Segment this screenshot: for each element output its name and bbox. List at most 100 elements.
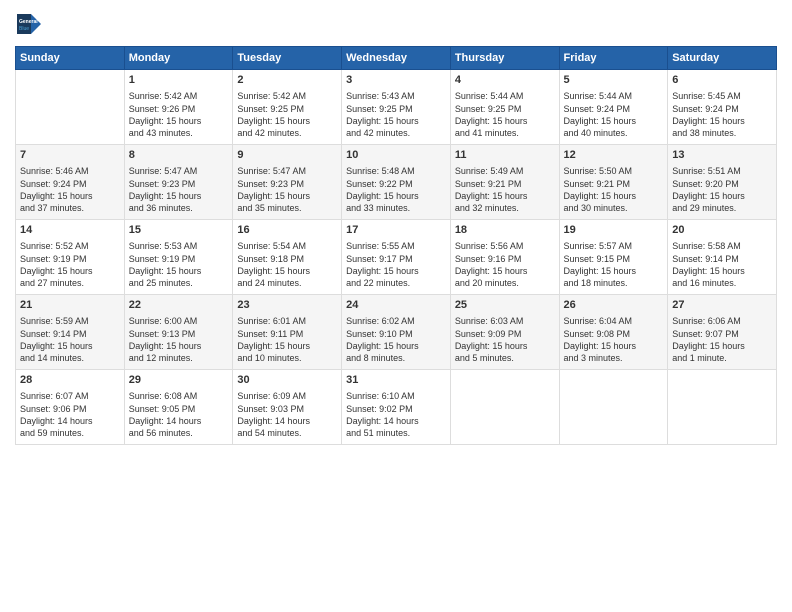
day-info: Sunrise: 6:03 AM Sunset: 9:09 PM Dayligh… (455, 315, 555, 364)
day-number: 6 (672, 73, 772, 88)
day-info: Sunrise: 5:54 AM Sunset: 9:18 PM Dayligh… (237, 240, 337, 289)
week-row-1: 1 Sunrise: 5:42 AM Sunset: 9:26 PM Daylig… (16, 70, 777, 145)
calendar-cell (450, 370, 559, 445)
day-number: 2 (237, 73, 337, 88)
day-number: 20 (672, 223, 772, 238)
calendar-cell: 4Sunrise: 5:44 AM Sunset: 9:25 PM Daylig… (450, 70, 559, 145)
day-info: Sunrise: 5:45 AM Sunset: 9:24 PM Dayligh… (672, 90, 772, 139)
day-number: 26 (564, 298, 664, 313)
calendar-cell: 22 Sunrise: 6:00 AM Sunset: 9:13 PM Dayli… (124, 295, 233, 370)
column-header-wednesday: Wednesday (342, 47, 451, 70)
calendar-cell: 27 Sunrise: 6:06 AM Sunset: 9:07 PM Dayli… (668, 295, 777, 370)
logo: General Blue (15, 10, 47, 38)
calendar-cell: 23Sunrise: 6:01 AM Sunset: 9:11 PM Dayli… (233, 295, 342, 370)
day-info: Sunrise: 5:53 AM Sunset: 9:19 PM Dayligh… (129, 240, 229, 289)
day-info: Sunrise: 6:01 AM Sunset: 9:11 PM Dayligh… (237, 315, 337, 364)
calendar-cell (559, 370, 668, 445)
calendar-cell: 5 Sunrise: 5:44 AM Sunset: 9:24 PM Daylig… (559, 70, 668, 145)
week-row-2: 7 Sunrise: 5:46 AM Sunset: 9:24 PM Daylig… (16, 145, 777, 220)
calendar-cell: 16Sunrise: 5:54 AM Sunset: 9:18 PM Dayli… (233, 220, 342, 295)
day-number: 11 (455, 148, 555, 163)
day-number: 22 (129, 298, 229, 313)
column-header-monday: Monday (124, 47, 233, 70)
column-header-saturday: Saturday (668, 47, 777, 70)
day-info: Sunrise: 6:06 AM Sunset: 9:07 PM Dayligh… (672, 315, 772, 364)
svg-text:Blue: Blue (19, 26, 29, 32)
day-number: 13 (672, 148, 772, 163)
day-number: 17 (346, 223, 446, 238)
calendar-body: 1 Sunrise: 5:42 AM Sunset: 9:26 PM Daylig… (16, 70, 777, 445)
day-number: 31 (346, 373, 446, 388)
column-header-tuesday: Tuesday (233, 47, 342, 70)
week-row-4: 21 Sunrise: 5:59 AM Sunset: 9:14 PM Dayli… (16, 295, 777, 370)
calendar-cell (16, 70, 125, 145)
day-number: 12 (564, 148, 664, 163)
calendar-cell: 25 Sunrise: 6:03 AM Sunset: 9:09 PM Dayli… (450, 295, 559, 370)
calendar-cell: 28 Sunrise: 6:07 AM Sunset: 9:06 PM Dayli… (16, 370, 125, 445)
calendar-cell: 24 Sunrise: 6:02 AM Sunset: 9:10 PM Dayli… (342, 295, 451, 370)
day-info: Sunrise: 5:44 AM Sunset: 9:24 PM Dayligh… (564, 90, 664, 139)
day-number: 30 (237, 373, 337, 388)
day-info: Sunrise: 6:00 AM Sunset: 9:13 PM Dayligh… (129, 315, 229, 364)
day-info: Sunrise: 5:47 AM Sunset: 9:23 PM Dayligh… (237, 165, 337, 214)
day-info: Sunrise: 5:57 AM Sunset: 9:15 PM Dayligh… (564, 240, 664, 289)
calendar-cell: 19 Sunrise: 5:57 AM Sunset: 9:15 PM Dayli… (559, 220, 668, 295)
day-number: 14 (20, 223, 120, 238)
column-header-friday: Friday (559, 47, 668, 70)
day-info: Sunrise: 6:09 AM Sunset: 9:03 PM Dayligh… (237, 390, 337, 439)
day-info: Sunrise: 5:50 AM Sunset: 9:21 PM Dayligh… (564, 165, 664, 214)
day-number: 15 (129, 223, 229, 238)
day-number: 24 (346, 298, 446, 313)
calendar-cell: 9 Sunrise: 5:47 AM Sunset: 9:23 PM Daylig… (233, 145, 342, 220)
week-row-5: 28 Sunrise: 6:07 AM Sunset: 9:06 PM Dayli… (16, 370, 777, 445)
calendar-cell: 14 Sunrise: 5:52 AM Sunset: 9:19 PM Dayli… (16, 220, 125, 295)
day-info: Sunrise: 5:42 AM Sunset: 9:25 PM Dayligh… (237, 90, 337, 139)
day-number: 21 (20, 298, 120, 313)
calendar-cell (668, 370, 777, 445)
day-number: 27 (672, 298, 772, 313)
calendar-table: SundayMondayTuesdayWednesdayThursdayFrid… (15, 46, 777, 445)
calendar-cell: 17Sunrise: 5:55 AM Sunset: 9:17 PM Dayli… (342, 220, 451, 295)
calendar-cell: 30 Sunrise: 6:09 AM Sunset: 9:03 PM Dayli… (233, 370, 342, 445)
day-info: Sunrise: 6:02 AM Sunset: 9:10 PM Dayligh… (346, 315, 446, 364)
calendar-cell: 26 Sunrise: 6:04 AM Sunset: 9:08 PM Dayli… (559, 295, 668, 370)
day-info: Sunrise: 5:46 AM Sunset: 9:24 PM Dayligh… (20, 165, 120, 214)
calendar-cell: 13 Sunrise: 5:51 AM Sunset: 9:20 PM Dayli… (668, 145, 777, 220)
calendar-cell: 12 Sunrise: 5:50 AM Sunset: 9:21 PM Dayli… (559, 145, 668, 220)
day-number: 1 (129, 73, 229, 88)
day-info: Sunrise: 5:51 AM Sunset: 9:20 PM Dayligh… (672, 165, 772, 214)
header-row: SundayMondayTuesdayWednesdayThursdayFrid… (16, 47, 777, 70)
day-number: 9 (237, 148, 337, 163)
day-info: Sunrise: 5:49 AM Sunset: 9:21 PM Dayligh… (455, 165, 555, 214)
page-header: General Blue (15, 10, 777, 38)
day-info: Sunrise: 6:08 AM Sunset: 9:05 PM Dayligh… (129, 390, 229, 439)
calendar-cell: 3Sunrise: 5:43 AM Sunset: 9:25 PM Daylig… (342, 70, 451, 145)
day-number: 10 (346, 148, 446, 163)
day-info: Sunrise: 5:47 AM Sunset: 9:23 PM Dayligh… (129, 165, 229, 214)
logo-icon: General Blue (15, 10, 43, 38)
day-info: Sunrise: 5:56 AM Sunset: 9:16 PM Dayligh… (455, 240, 555, 289)
day-number: 28 (20, 373, 120, 388)
day-number: 8 (129, 148, 229, 163)
day-info: Sunrise: 6:04 AM Sunset: 9:08 PM Dayligh… (564, 315, 664, 364)
day-info: Sunrise: 6:07 AM Sunset: 9:06 PM Dayligh… (20, 390, 120, 439)
day-number: 25 (455, 298, 555, 313)
calendar-cell: 20Sunrise: 5:58 AM Sunset: 9:14 PM Dayli… (668, 220, 777, 295)
day-info: Sunrise: 5:52 AM Sunset: 9:19 PM Dayligh… (20, 240, 120, 289)
column-header-sunday: Sunday (16, 47, 125, 70)
calendar-cell: 11 Sunrise: 5:49 AM Sunset: 9:21 PM Dayli… (450, 145, 559, 220)
day-number: 5 (564, 73, 664, 88)
day-number: 3 (346, 73, 446, 88)
day-number: 7 (20, 148, 120, 163)
day-number: 19 (564, 223, 664, 238)
calendar-header: SundayMondayTuesdayWednesdayThursdayFrid… (16, 47, 777, 70)
day-info: Sunrise: 5:59 AM Sunset: 9:14 PM Dayligh… (20, 315, 120, 364)
calendar-cell: 15 Sunrise: 5:53 AM Sunset: 9:19 PM Dayli… (124, 220, 233, 295)
day-info: Sunrise: 5:42 AM Sunset: 9:26 PM Dayligh… (129, 90, 229, 139)
calendar-cell: 6 Sunrise: 5:45 AM Sunset: 9:24 PM Daylig… (668, 70, 777, 145)
calendar-cell: 10Sunrise: 5:48 AM Sunset: 9:22 PM Dayli… (342, 145, 451, 220)
calendar-cell: 18Sunrise: 5:56 AM Sunset: 9:16 PM Dayli… (450, 220, 559, 295)
calendar-cell: 29Sunrise: 6:08 AM Sunset: 9:05 PM Dayli… (124, 370, 233, 445)
calendar-cell: 21 Sunrise: 5:59 AM Sunset: 9:14 PM Dayli… (16, 295, 125, 370)
column-header-thursday: Thursday (450, 47, 559, 70)
